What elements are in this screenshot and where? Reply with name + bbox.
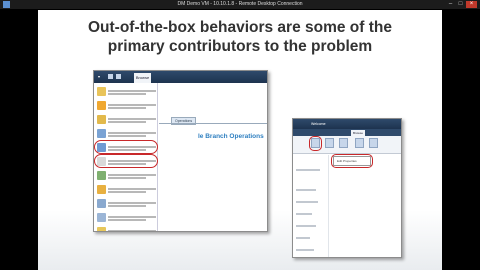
menu-item [95,99,157,112]
workflow-icon [97,171,106,180]
menu-item [95,127,157,140]
menu-item [95,197,157,210]
menu-item [95,225,157,231]
menu-item [95,183,157,196]
nav-link [296,249,314,251]
sharepoint-site-actions-screenshot: ▾ Browse Operations le Branch Operations [93,70,268,232]
callout-ring [94,154,158,168]
sharepoint-edit-page-screenshot: Welcome Browse Edit Properties [292,118,402,258]
quick-launch-nav [293,155,329,257]
settings-icon [97,185,106,194]
check-out-icon [325,138,334,148]
remote-desktop-titlebar: DM Demo VM - 10.10.1.8 - Remote Desktop … [0,0,480,9]
content-tab [199,117,205,119]
tag-icon [355,138,364,148]
page-heading: le Branch Operations [198,133,264,140]
slide-headline: Out-of-the-box behaviors are some of the… [38,18,442,56]
nav-link [296,237,310,239]
designer-icon [97,213,106,222]
tab-underline [159,123,267,124]
nav-link [296,213,312,215]
new-page-icon [97,115,106,124]
headline-line-2: primary contributors to the problem [107,38,373,55]
window-title: DM Demo VM - 10.10.1.8 - Remote Desktop … [177,1,303,7]
headline-line-1: Out-of-the-box behaviors are some of the [87,19,392,36]
library-icon [97,129,106,138]
site-content-area: Operations [159,83,267,231]
callout-ring [331,154,373,168]
menu-item [95,113,157,126]
callout-ring [309,136,322,151]
page-icon [97,87,106,96]
menu-item [95,169,157,182]
nav-link [296,201,318,203]
maximize-icon[interactable]: □ [456,1,465,8]
presentation-slide: Out-of-the-box behaviors are some of the… [38,10,442,270]
ribbon-tab-browse: Browse [134,73,151,83]
close-icon[interactable]: × [466,1,477,8]
page-title: Welcome [311,122,326,126]
nav-link [296,225,316,227]
edit-icon [116,74,121,79]
ribbon-bar: Welcome [293,119,401,129]
ribbon-bar: ▾ Browse [94,71,267,83]
minimize-icon[interactable]: – [446,1,455,8]
note-icon [369,138,378,148]
navigate-up-icon [108,74,113,79]
site-actions-menu [94,83,158,231]
nav-link [296,169,320,171]
menu-item [95,85,157,98]
site-actions-button: ▾ [98,74,101,79]
save-icon [97,199,106,208]
site-settings-icon [97,227,106,231]
ribbon-tabs [293,129,401,136]
sync-icon [97,101,106,110]
menu-item [95,211,157,224]
permissions-icon [339,138,348,148]
nav-link [296,189,316,191]
callout-ring [94,140,158,154]
